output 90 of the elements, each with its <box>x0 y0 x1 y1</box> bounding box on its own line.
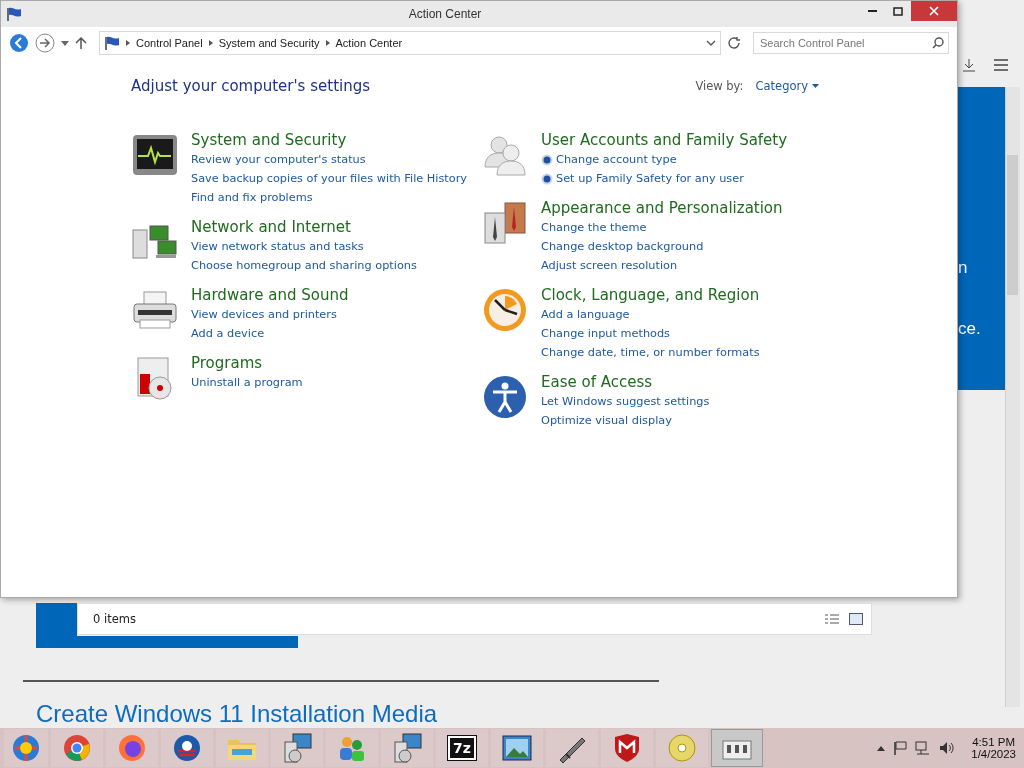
chevron-up-icon <box>877 745 886 751</box>
task-link[interactable]: Save backup copies of your files with File History <box>191 170 467 187</box>
printer-icon <box>132 290 178 330</box>
taskbar-button[interactable] <box>491 729 543 767</box>
taskbar-button[interactable] <box>161 729 213 767</box>
banner-text: n <box>958 257 968 278</box>
breadcrumb-item[interactable]: Control Panel <box>136 37 203 49</box>
page-heading: Adjust your computer's settings <box>131 77 371 95</box>
installer-icon <box>391 732 423 764</box>
monitor-icon <box>132 134 178 176</box>
task-link[interactable]: Find and fix problems <box>191 189 313 206</box>
taskbar-button[interactable] <box>271 729 323 767</box>
task-link[interactable]: Optimize visual display <box>541 412 672 429</box>
flag-icon <box>104 36 120 50</box>
chrome-icon <box>62 733 92 763</box>
up-arrow-icon <box>75 36 87 50</box>
flag-icon <box>893 741 908 755</box>
disc-icon <box>667 733 697 763</box>
task-link[interactable]: Change input methods <box>541 325 670 342</box>
back-button-icon <box>9 33 29 53</box>
category-link[interactable]: Hardware and Sound <box>191 286 349 304</box>
accessibility-icon <box>483 375 527 419</box>
close-icon <box>929 6 939 16</box>
menu-icon <box>994 59 1008 71</box>
section-heading-link[interactable]: Create Windows 11 Installation Media <box>36 700 438 728</box>
taskbar-button[interactable] <box>711 729 763 767</box>
taskbar-button[interactable] <box>546 729 598 767</box>
category-link[interactable]: Clock, Language, and Region <box>541 286 760 304</box>
breadcrumb-item[interactable]: System and Security <box>218 37 320 49</box>
task-link[interactable]: Adjust screen resolution <box>541 257 678 274</box>
category-link[interactable]: Appearance and Personalization <box>541 199 783 217</box>
firefox-icon <box>117 733 147 763</box>
category-link[interactable]: Network and Internet <box>191 218 417 236</box>
category-link[interactable]: Programs <box>191 354 303 372</box>
refresh-icon <box>727 36 741 50</box>
volume-icon <box>939 741 956 755</box>
photo-viewer-icon <box>501 734 533 762</box>
large-icons-view-icon <box>849 613 863 625</box>
forward-button-icon <box>35 33 55 53</box>
taskbar-button[interactable] <box>381 729 433 767</box>
view-by-dropdown[interactable]: Category <box>755 79 819 93</box>
taskbar-button[interactable] <box>601 729 653 767</box>
clock-time: 4:51 PM <box>972 736 1016 748</box>
task-link[interactable]: Uninstall a program <box>191 374 303 391</box>
installer-icon <box>281 732 313 764</box>
network-icon <box>915 741 932 755</box>
task-link[interactable]: Change the theme <box>541 219 647 236</box>
caret-icon <box>812 84 819 88</box>
task-link[interactable]: Change desktop background <box>541 238 704 255</box>
category-link[interactable]: User Accounts and Family Safety <box>541 131 788 149</box>
round-logo-icon <box>172 733 202 763</box>
search-field[interactable]: Search Control Panel <box>753 32 949 54</box>
shirt-tie-icon <box>483 201 527 245</box>
task-link[interactable]: Change account type <box>556 151 677 168</box>
task-link[interactable]: View network status and tasks <box>191 238 364 255</box>
globe-app-icon <box>11 733 41 763</box>
search-icon <box>932 37 944 49</box>
task-link[interactable]: Change date, time, or number formats <box>541 344 760 361</box>
task-link[interactable]: Let Windows suggest settings <box>541 393 710 410</box>
clock-date: 1/4/2023 <box>971 748 1016 760</box>
maximize-icon <box>893 6 903 16</box>
task-link[interactable]: Add a language <box>541 306 630 323</box>
minimize-icon <box>867 10 877 12</box>
task-link[interactable]: Add a device <box>191 325 265 342</box>
window-title: Action Center <box>407 7 483 21</box>
details-view-icon <box>825 613 839 625</box>
taskbar-button[interactable] <box>106 729 158 767</box>
breadcrumb-item[interactable]: Action Center <box>335 37 403 49</box>
shield-logo-icon <box>612 733 642 763</box>
users-icon <box>483 133 527 177</box>
network-computers-icon <box>132 224 178 260</box>
category-link[interactable]: System and Security <box>191 131 467 149</box>
download-icon <box>962 58 976 72</box>
close-button[interactable] <box>911 1 957 21</box>
address-bar[interactable]: Control Panel System and Security Action Center <box>99 31 721 55</box>
task-link[interactable]: Choose homegroup and sharing options <box>191 257 417 274</box>
chevron-down-icon <box>706 40 716 46</box>
dropdown-caret-icon <box>61 40 69 46</box>
taskbar-button[interactable]: 7z <box>436 729 488 767</box>
task-link[interactable]: Set up Family Safety for any user <box>556 170 744 187</box>
flag-icon <box>6 7 22 21</box>
category-link[interactable]: Ease of Access <box>541 373 710 391</box>
task-link[interactable]: View devices and printers <box>191 306 337 323</box>
button-edge <box>36 603 77 636</box>
clock-icon <box>483 288 527 332</box>
task-link[interactable]: Review your computer's status <box>191 151 366 168</box>
view-by-label: View by: <box>695 79 744 93</box>
banner-text: ce. <box>958 319 981 340</box>
item-count: 0 items <box>93 612 137 626</box>
archive-app-icon: 7z <box>448 736 476 760</box>
